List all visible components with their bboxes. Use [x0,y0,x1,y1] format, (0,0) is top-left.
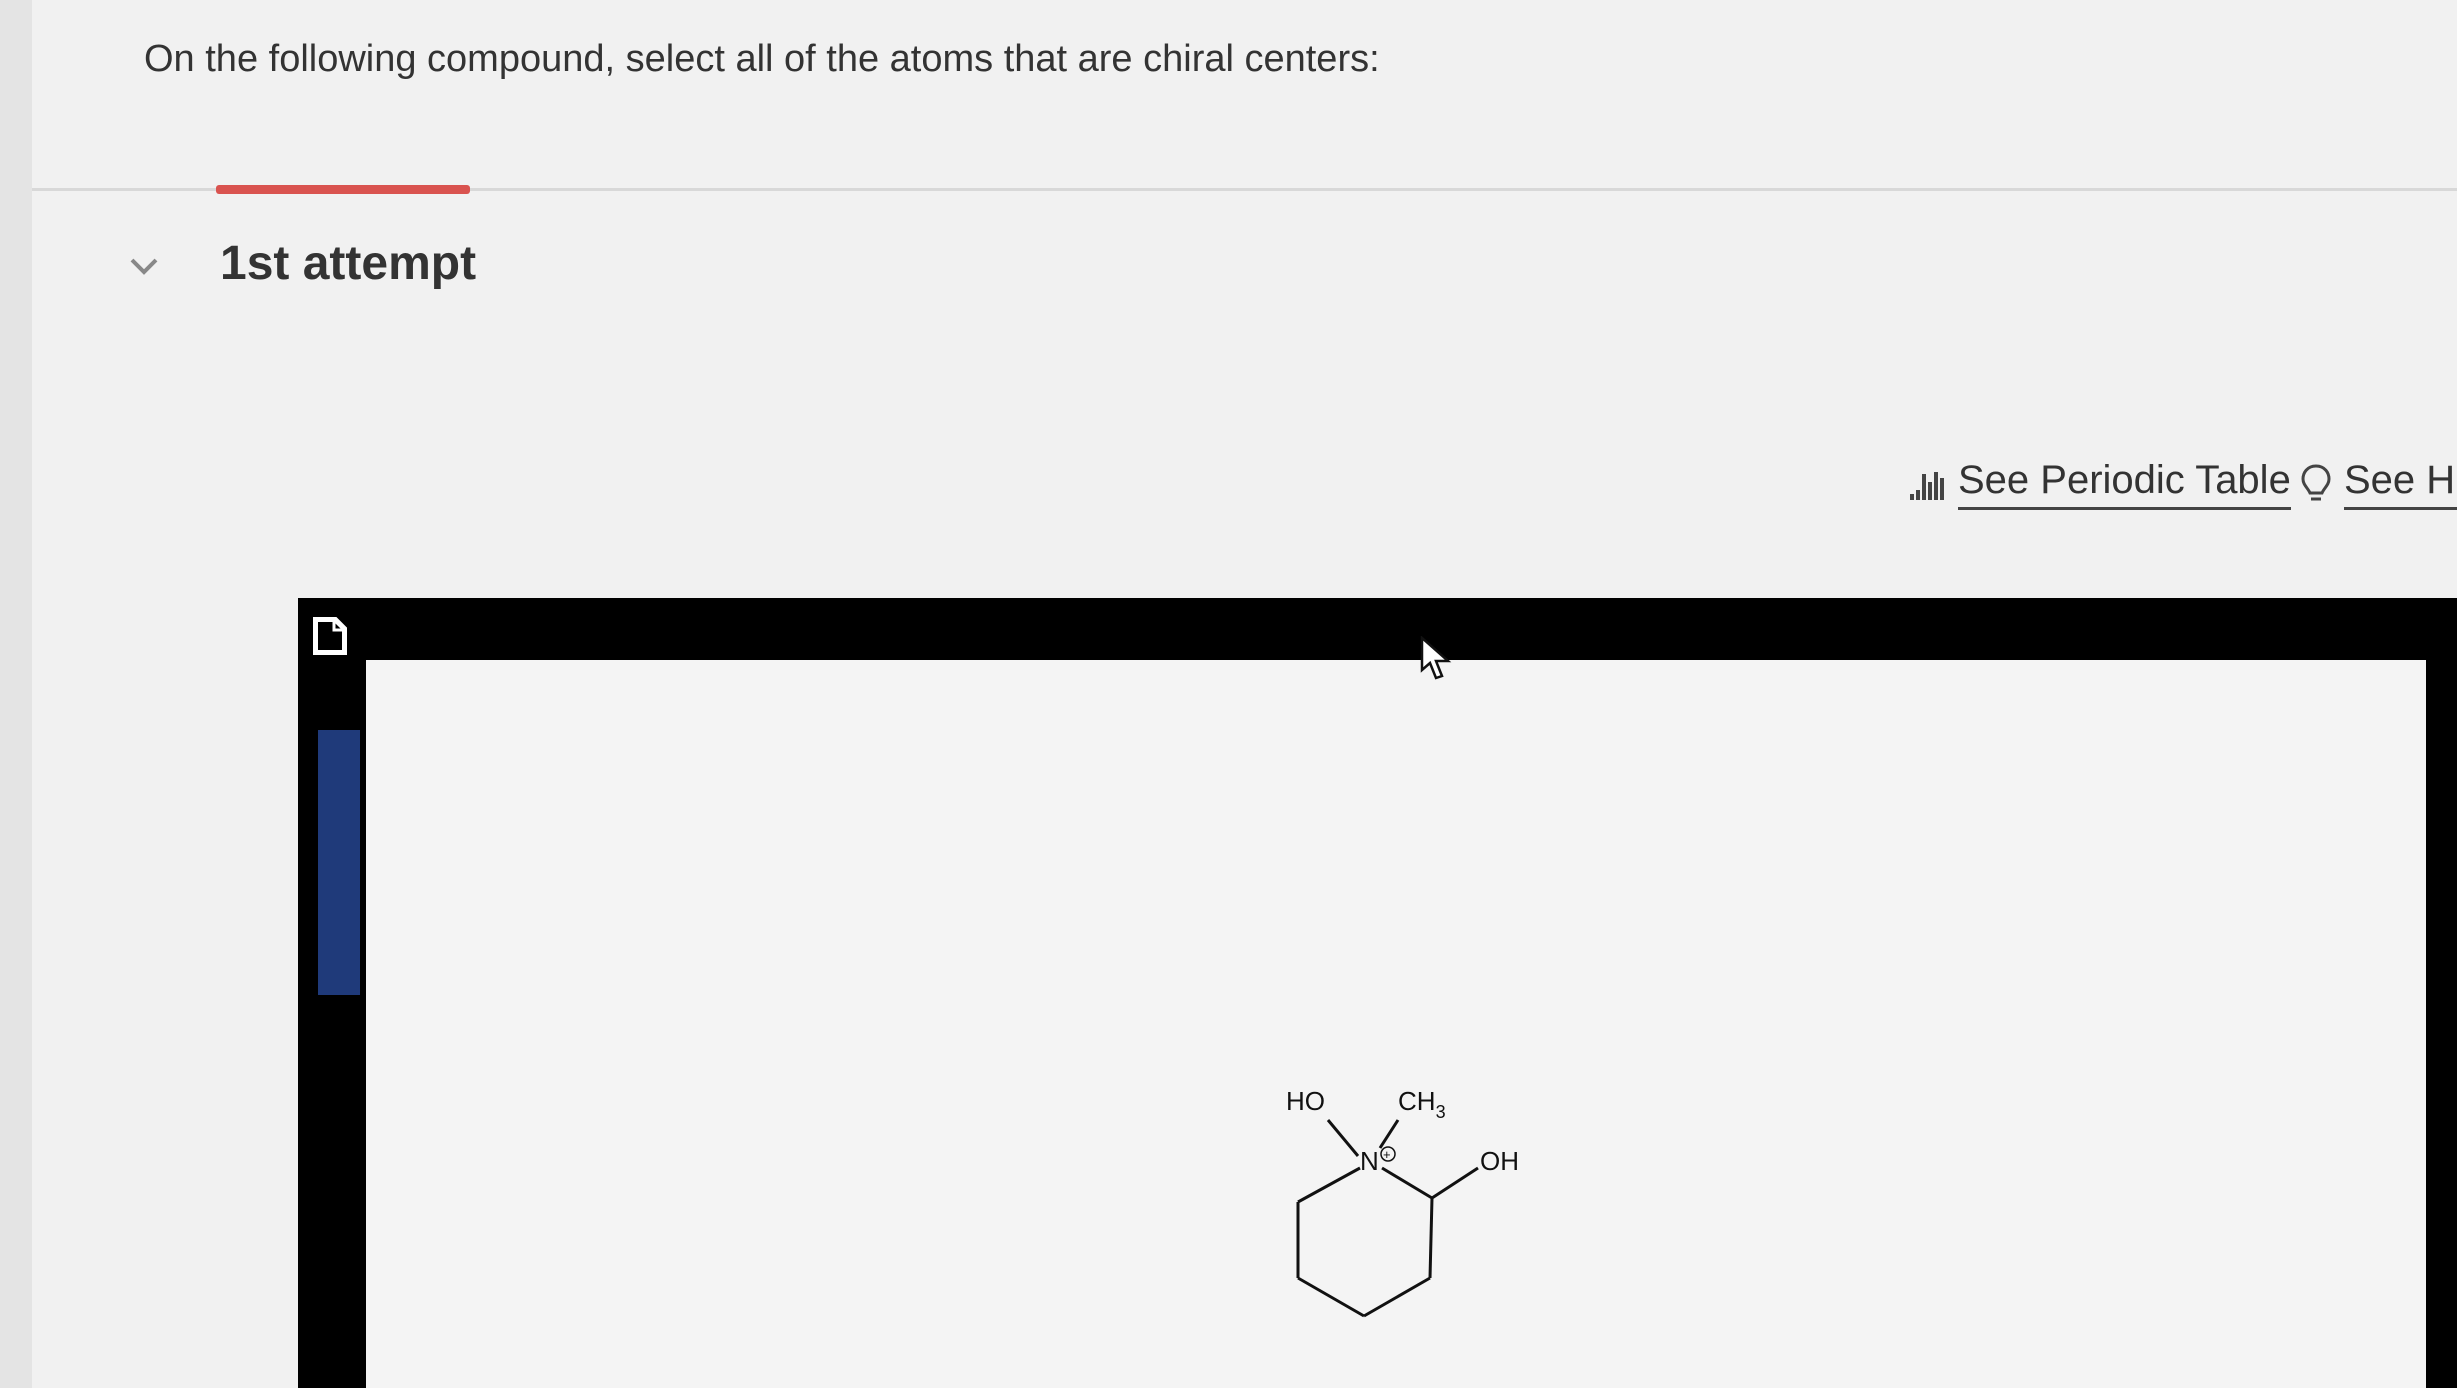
editor-side-accent [318,730,360,995]
periodic-table-icon [1910,472,1944,500]
left-strip [0,0,32,1388]
charge-label: + [1383,1147,1391,1162]
question-text: On the following compound, select all of… [144,38,1380,80]
atom-oh[interactable]: OH [1480,1146,1519,1176]
atom-ho[interactable]: HO [1286,1086,1325,1116]
document-icon[interactable] [310,612,350,660]
hint-label: See Hint [2344,458,2457,510]
see-periodic-table-link[interactable]: See Periodic Table [1908,458,2291,510]
attempt-label: 1st attempt [220,237,477,290]
molecule-structure[interactable]: HO CH3 N + OH [1260,1070,1580,1330]
see-hint-link[interactable]: See Hint [2300,458,2457,510]
cursor-icon [1420,636,1452,680]
atom-ch3[interactable]: CH3 [1398,1086,1446,1122]
atom-n[interactable]: N [1360,1146,1379,1176]
periodic-table-label: See Periodic Table [1958,458,2291,510]
hint-clip: See Hint [2300,440,2457,520]
progress-indicator [216,185,470,194]
lightbulb-icon [2301,464,2331,501]
chevron-down-icon[interactable] [124,246,164,286]
